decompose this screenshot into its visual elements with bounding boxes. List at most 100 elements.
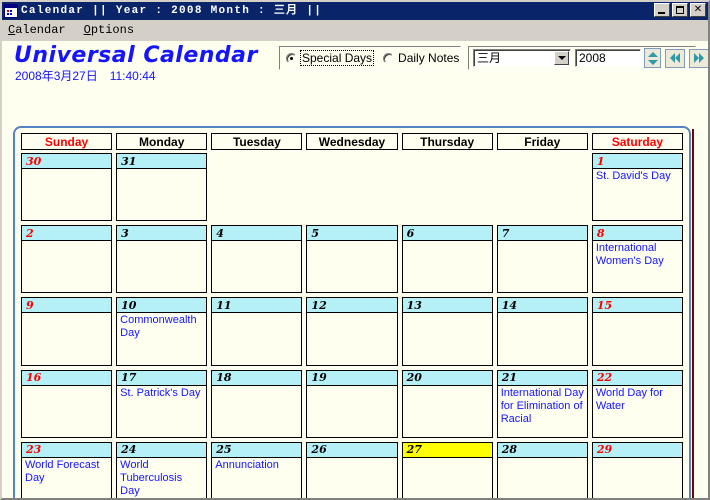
day-cell-31[interactable]: 31 — [116, 153, 208, 222]
day-events[interactable] — [22, 169, 111, 220]
day-cell-27[interactable]: 27 — [401, 441, 493, 498]
radio-special-days-indicator[interactable] — [286, 52, 297, 64]
day-events[interactable] — [403, 313, 492, 364]
day-cell-24[interactable]: 24 World Tuberculosis Day — [116, 441, 208, 498]
day-events[interactable] — [403, 241, 492, 292]
day-number-bar: 7 — [497, 226, 587, 242]
day-events[interactable] — [212, 386, 301, 437]
double-chevron-left-icon — [670, 53, 680, 63]
day-cell-21[interactable]: 21 International Day for Elimination of R… — [496, 369, 588, 438]
day-cell-10[interactable]: 10 Commonwealth Day — [116, 297, 208, 366]
next-month-button[interactable] — [689, 48, 708, 68]
day-events[interactable]: World Tuberculosis Day — [117, 458, 206, 498]
event-text: St. David's Day — [595, 170, 671, 182]
weekday-header-label: Friday — [524, 134, 561, 149]
day-cell-12[interactable]: 12 — [306, 297, 398, 366]
day-cell-9[interactable]: 9 — [21, 297, 113, 366]
day-events[interactable] — [212, 241, 301, 292]
year-input[interactable]: 2008 — [575, 49, 641, 67]
day-events[interactable] — [307, 386, 396, 437]
day-events[interactable]: Commonwealth Day — [117, 313, 206, 364]
radio-special-days-label: Special Days — [299, 50, 375, 66]
day-cell-30[interactable]: 30 — [21, 153, 113, 222]
day-cell-13[interactable]: 13 — [401, 297, 493, 366]
day-cell-18[interactable]: 18 — [211, 369, 303, 438]
day-events[interactable] — [22, 241, 111, 292]
day-cell-empty — [306, 153, 397, 221]
day-events[interactable] — [307, 241, 396, 292]
menu-item-options[interactable]: Options — [84, 20, 134, 40]
day-cell-17[interactable]: 17 St. Patrick's Day — [116, 369, 208, 438]
day-events[interactable] — [307, 313, 396, 364]
spinner-down-icon[interactable] — [647, 59, 658, 65]
minimize-button[interactable] — [654, 3, 670, 17]
day-cell-5[interactable]: 5 — [306, 225, 398, 294]
weekday-header-friday: Friday — [496, 133, 588, 150]
day-cell-2[interactable]: 2 — [21, 225, 113, 294]
menu-item-calendar[interactable]: Calendar — [8, 20, 66, 40]
year-stepper[interactable] — [644, 48, 661, 68]
day-events[interactable]: St. Patrick's Day — [117, 386, 206, 437]
day-events[interactable] — [403, 386, 492, 437]
month-select-value: 三月 — [477, 51, 502, 65]
day-cell-8[interactable]: 8 International Women's Day — [591, 225, 683, 294]
day-cell-20[interactable]: 20 — [401, 369, 493, 438]
radio-special-days[interactable]: Special Days — [286, 50, 375, 66]
day-events[interactable] — [498, 313, 587, 364]
year-input-value: 2008 — [579, 51, 606, 65]
day-cell-14[interactable]: 14 — [496, 297, 588, 366]
chevron-down-icon[interactable] — [554, 51, 569, 65]
day-number-bar: 10 — [117, 298, 207, 314]
weekday-header-sunday: Sunday — [21, 133, 113, 150]
weekday-header-row: Sunday Monday Tuesday Wednesday Thursday Frid… — [21, 133, 683, 150]
close-button[interactable]: ✕ — [690, 3, 706, 17]
day-cell-26[interactable]: 26 — [306, 441, 398, 498]
radio-daily-notes-indicator[interactable] — [383, 52, 395, 64]
day-events[interactable]: St. David's Day — [593, 169, 682, 220]
day-events[interactable]: International Day for Elimination of Rac… — [498, 386, 587, 437]
day-events[interactable] — [593, 313, 682, 364]
day-cell-empty — [497, 153, 588, 221]
day-events[interactable]: World Forecast Day — [22, 458, 111, 498]
day-cell-1[interactable]: 1 St. David's Day — [591, 153, 683, 222]
day-events[interactable] — [22, 386, 111, 437]
day-number-bar: 22 — [592, 370, 682, 386]
day-number-bar: 8 — [592, 226, 682, 242]
previous-month-button[interactable] — [665, 48, 685, 68]
view-mode-group: Special Days Daily Notes — [279, 46, 461, 70]
day-events[interactable] — [403, 458, 492, 498]
day-events[interactable]: International Women's Day — [593, 241, 682, 292]
day-cell-4[interactable]: 4 — [211, 225, 303, 294]
day-events[interactable] — [117, 169, 206, 220]
day-cell-28[interactable]: 28 — [496, 441, 588, 498]
day-cell-11[interactable]: 11 — [211, 297, 303, 366]
day-events[interactable] — [498, 241, 587, 292]
day-events[interactable] — [593, 458, 682, 498]
day-cell-6[interactable]: 6 — [401, 225, 493, 294]
month-select[interactable]: 三月 — [473, 49, 571, 67]
day-cell-23[interactable]: 23 World Forecast Day — [21, 441, 113, 498]
day-events[interactable] — [212, 313, 301, 364]
day-cell-16[interactable]: 16 — [21, 369, 113, 438]
day-number: 10 — [121, 298, 137, 312]
day-cell-7[interactable]: 7 — [496, 225, 588, 294]
day-events[interactable] — [22, 313, 111, 364]
day-number-bar: 9 — [22, 298, 112, 314]
day-cell-29[interactable]: 29 — [591, 441, 683, 498]
day-events[interactable] — [307, 458, 396, 498]
day-number: 8 — [596, 226, 605, 240]
current-datetime: 2008年3月27日 11:40:44 — [15, 67, 156, 84]
day-cell-15[interactable]: 15 — [591, 297, 683, 366]
maximize-button[interactable] — [672, 3, 688, 17]
day-events[interactable]: Annunciation — [212, 458, 301, 498]
day-cell-19[interactable]: 19 — [306, 369, 398, 438]
day-events[interactable]: World Day for Water — [593, 386, 682, 437]
spinner-up-icon[interactable] — [647, 51, 658, 57]
day-number-bar: 15 — [592, 298, 682, 314]
radio-daily-notes[interactable]: Daily Notes — [383, 51, 459, 65]
day-events[interactable] — [117, 241, 206, 292]
day-cell-3[interactable]: 3 — [116, 225, 208, 294]
day-events[interactable] — [498, 458, 587, 498]
day-cell-22[interactable]: 22 World Day for Water — [591, 369, 683, 438]
day-cell-25[interactable]: 25 Annunciation — [211, 441, 303, 498]
